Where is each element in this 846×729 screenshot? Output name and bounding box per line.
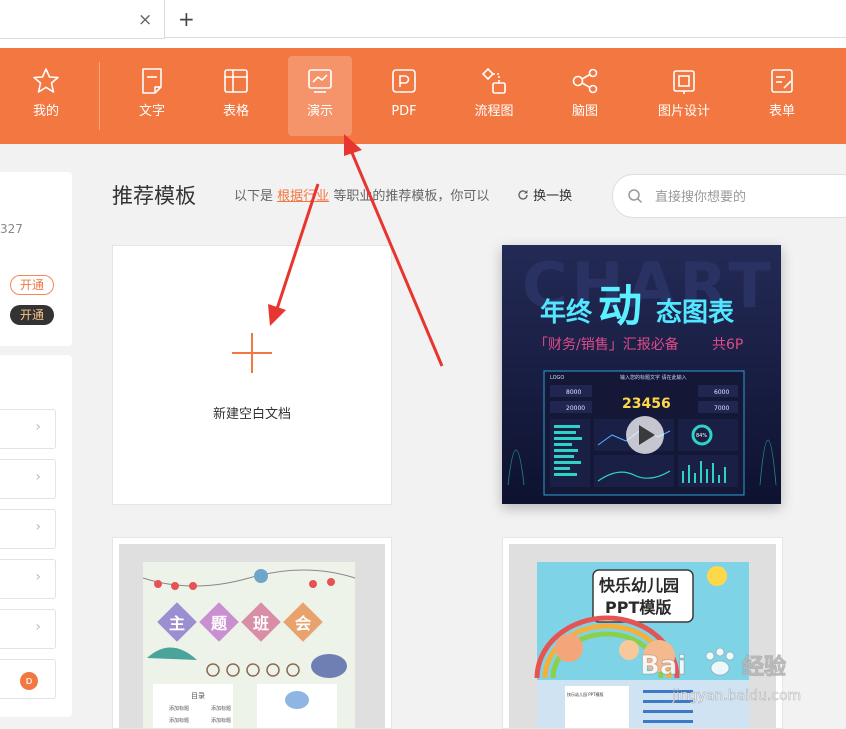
- class-char-1: 主: [169, 614, 185, 633]
- kinder-title-1: 快乐幼儿园: [599, 576, 679, 595]
- page-title: 推荐模板: [112, 184, 196, 208]
- toolbar-item-label: 表单: [768, 104, 795, 119]
- refresh-icon: [518, 190, 528, 200]
- left-nav-item[interactable]: ›: [0, 459, 56, 499]
- industry-link[interactable]: 根据行业: [277, 189, 329, 204]
- template-card-class-meeting[interactable]: 主 题 班 会 目录 添加标题 添加标题 添加标题 添加标题: [112, 537, 392, 729]
- stat-4: 7000: [714, 405, 729, 412]
- search-input[interactable]: [653, 186, 846, 208]
- template-thumbnail-chart: CHART 年终 动 态图表 「财务/销售」汇报必备 共6P LOGO 输入您的…: [502, 245, 781, 504]
- subtitle-pages: 共6P: [712, 337, 743, 353]
- browser-tab[interactable]: ×: [0, 0, 165, 39]
- refresh-button[interactable]: 换一换: [517, 185, 572, 204]
- mindmap-icon: [572, 68, 598, 94]
- toolbar-item-label: 演示: [306, 104, 333, 119]
- watermark-jingyan: 经验: [742, 654, 786, 680]
- toolbar-item-label: 流程图: [474, 104, 514, 119]
- toc-item-2: 添加标题: [211, 705, 231, 712]
- title-part-1: 年终: [540, 297, 593, 328]
- flowchart-icon: [481, 67, 506, 94]
- subtitle-suffix: 等职业的推荐模板，你可以: [333, 189, 490, 204]
- toolbar-item-spreadsheet[interactable]: 表格: [204, 56, 268, 136]
- browser-tab-bar: × +: [0, 0, 846, 48]
- toolbar-item-label: PDF: [391, 104, 417, 119]
- class-char-4: 会: [295, 614, 311, 633]
- image-design-icon: [673, 70, 695, 94]
- account-number-fragment: 327: [0, 222, 23, 236]
- pdf-icon: [392, 69, 416, 93]
- left-nav-item[interactable]: ›: [0, 559, 56, 599]
- close-icon[interactable]: ×: [138, 10, 152, 30]
- left-nav-item[interactable]: ›: [0, 409, 56, 449]
- template-card-year-end-chart[interactable]: CHART 年终 动 态图表 「财务/销售」汇报必备 共6P LOGO 输入您的…: [502, 245, 781, 504]
- toolbar-item-form[interactable]: 表单: [750, 56, 814, 136]
- title-part-3: 态图表: [656, 297, 735, 328]
- toolbar-item-mine[interactable]: 我的: [14, 56, 78, 136]
- dash-logo: LOGO: [550, 375, 564, 381]
- activate-button-dark[interactable]: 开通: [10, 305, 54, 325]
- left-nav-item[interactable]: ›: [0, 609, 56, 649]
- kinder-title-2: PPT模版: [605, 598, 671, 617]
- app-logo-icon: ɒ: [20, 672, 38, 690]
- recommend-subtitle: 以下是 根据行业 等职业的推荐模板，你可以: [234, 185, 489, 204]
- donut-percent: 84%: [696, 433, 707, 439]
- watermark-url: jingyan.baidu.com: [671, 688, 801, 704]
- toolbar-divider: [99, 62, 100, 130]
- toolbar-item-image-design[interactable]: 图片设计: [646, 56, 722, 136]
- chevron-right-icon: ›: [35, 469, 41, 485]
- left-nav-item[interactable]: ›: [0, 509, 56, 549]
- toolbar-item-label: 文字: [138, 104, 165, 119]
- stat-3: 6000: [714, 389, 729, 396]
- search-icon: [628, 189, 643, 204]
- stat-2: 20000: [566, 405, 585, 412]
- app-type-toolbar: 我的 文字 表格 演示 PDF 流程图 脑图 图片设计 表单: [0, 48, 846, 144]
- spreadsheet-icon: [224, 69, 248, 93]
- subtitle-line: 「财务/销售」汇报必备: [534, 336, 679, 353]
- toc-item-1: 添加标题: [169, 705, 189, 712]
- star-icon: [33, 68, 59, 93]
- template-search-box[interactable]: [612, 174, 846, 218]
- form-icon: [771, 69, 793, 93]
- chevron-right-icon: ›: [35, 569, 41, 585]
- subtitle-prefix: 以下是: [234, 189, 274, 204]
- chevron-right-icon: ›: [35, 419, 41, 435]
- presentation-icon: [308, 69, 332, 93]
- account-card: 327 开通 开通: [0, 172, 72, 346]
- new-blank-document-label: 新建空白文档: [212, 407, 291, 422]
- title-part-2: 动: [598, 281, 642, 332]
- watermark-bai: Bai: [640, 651, 686, 681]
- class-char-3: 班: [253, 614, 269, 633]
- toc-item-4: 添加标题: [211, 717, 231, 724]
- template-thumbnail-class-meeting: 主 题 班 会 目录 添加标题 添加标题 添加标题 添加标题: [119, 544, 385, 728]
- toolbar-item-flowchart[interactable]: 流程图: [462, 56, 526, 136]
- activate-button-outline[interactable]: 开通: [10, 275, 54, 295]
- stat-1: 8000: [566, 389, 581, 396]
- baidu-logo: Bai 经验 jingyan.baidu.com: [640, 647, 802, 704]
- refresh-label: 换一换: [533, 189, 573, 204]
- toolbar-item-label: 表格: [222, 104, 249, 119]
- toolbar-item-text[interactable]: 文字: [120, 56, 184, 136]
- toolbar-item-label: 我的: [32, 104, 59, 119]
- plus-icon-vertical: [251, 333, 253, 373]
- toolbar-item-presentation[interactable]: 演示: [288, 56, 352, 136]
- toc-item-3: 添加标题: [169, 717, 189, 724]
- chevron-right-icon: ›: [35, 619, 41, 635]
- new-tab-button[interactable]: +: [178, 8, 195, 30]
- class-char-2: 题: [211, 614, 228, 633]
- document-icon: [142, 68, 162, 94]
- toolbar-item-label: 图片设计: [657, 104, 710, 119]
- left-nav-item[interactable]: ɒ: [0, 659, 56, 699]
- baidu-watermark: Bai 经验 jingyan.baidu.com: [640, 640, 810, 720]
- kinder-mini-title: 快乐幼儿园 PPT模版: [567, 691, 604, 697]
- dash-header: 输入您的标题文字 请在此输入: [620, 374, 687, 381]
- toolbar-item-label: 脑图: [571, 104, 598, 119]
- new-blank-document-card[interactable]: 新建空白文档: [112, 245, 392, 505]
- tab-divider: [164, 37, 846, 38]
- big-number: 23456: [622, 396, 671, 412]
- toc-label: 目录: [191, 692, 205, 700]
- chevron-right-icon: ›: [35, 519, 41, 535]
- left-nav-card: › › › › › ɒ: [0, 355, 72, 717]
- toolbar-item-pdf[interactable]: PDF: [372, 56, 436, 136]
- toolbar-item-mindmap[interactable]: 脑图: [553, 56, 617, 136]
